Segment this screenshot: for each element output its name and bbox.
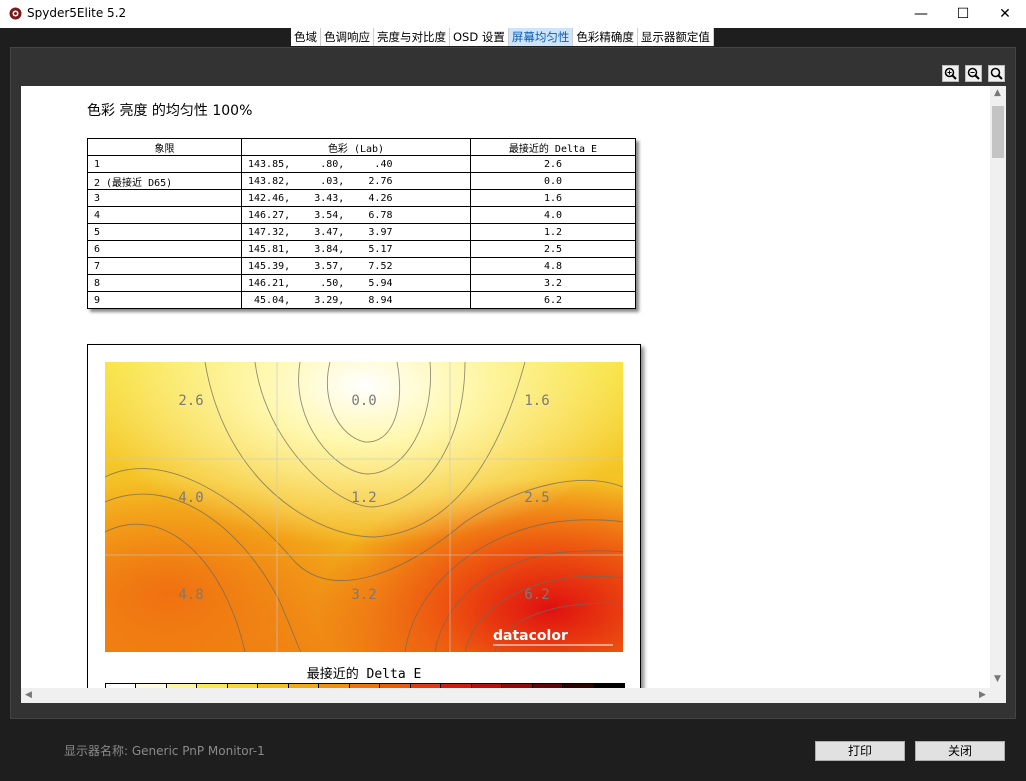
quadrant-1-value: 2.6 <box>178 393 203 409</box>
zoom-fit-icon <box>990 67 1003 80</box>
quadrant-8-value: 3.2 <box>351 587 376 603</box>
tab-bar: 色域 色调响应 亮度与对比度 OSD 设置 屏幕均匀性 色彩精确度 显示器额定值 <box>291 28 714 46</box>
quadrant-9-value: 6.2 <box>524 587 549 603</box>
horizontal-scrollbar[interactable]: ◀ ▶ <box>21 688 1006 703</box>
quadrant-cell: 2 (最接近 D65) <box>87 172 242 190</box>
delta-e-cell: 4.0 <box>470 206 636 224</box>
quadrant-cell: 8 <box>87 274 242 292</box>
zoom-in-icon <box>944 67 957 80</box>
lab-cell: 145.81, 3.84, 5.17 <box>241 240 471 258</box>
minimize-button[interactable]: — <box>898 0 944 28</box>
tab-tone-response[interactable]: 色调响应 <box>321 28 374 46</box>
tab-color-accuracy[interactable]: 色彩精确度 <box>573 28 638 46</box>
lab-cell: 146.21, .50, 5.94 <box>241 274 471 292</box>
delta-e-cell: 3.2 <box>470 274 636 292</box>
legend-title: 最接近的 Delta E <box>306 667 422 682</box>
quadrant-5-value: 1.2 <box>351 490 376 506</box>
table-header: 最接近的 Delta E <box>470 138 636 156</box>
quadrant-2-value: 0.0 <box>351 393 376 409</box>
scroll-right-icon[interactable]: ▶ <box>979 690 986 700</box>
vertical-scroll-thumb[interactable] <box>992 106 1004 158</box>
maximize-button[interactable]: ☐ <box>940 0 986 28</box>
table-row: 3 142.46, 3.43, 4.26 1.6 <box>87 189 636 207</box>
table-row: 2 (最接近 D65) 143.82, .03, 2.76 0.0 <box>87 172 636 190</box>
quadrant-4-value: 4.0 <box>178 490 203 506</box>
quadrant-cell: 5 <box>87 223 242 241</box>
lab-cell: 143.85, .80, .40 <box>241 155 471 173</box>
table-row: 6 145.81, 3.84, 5.17 2.5 <box>87 240 636 258</box>
report-title: 色彩 亮度 的均匀性 100% <box>87 103 253 119</box>
quadrant-7-value: 4.8 <box>178 587 203 603</box>
zoom-out-icon <box>967 67 980 80</box>
tab-display-rating[interactable]: 显示器额定值 <box>638 28 714 46</box>
delta-e-cell: 2.6 <box>470 155 636 173</box>
scroll-up-icon[interactable]: ▲ <box>994 88 1001 98</box>
tab-osd-settings[interactable]: OSD 设置 <box>450 28 509 46</box>
table-header: 色彩 (Lab) <box>241 138 471 156</box>
lab-cell: 145.39, 3.57, 7.52 <box>241 257 471 275</box>
lab-cell: 142.46, 3.43, 4.26 <box>241 189 471 207</box>
scroll-down-icon[interactable]: ▼ <box>994 674 1001 684</box>
quadrant-cell: 1 <box>87 155 242 173</box>
delta-e-cell: 4.8 <box>470 257 636 275</box>
quadrant-cell: 7 <box>87 257 242 275</box>
title-bar: Spyder5Elite 5.2 — ☐ ✕ <box>0 0 1026 28</box>
lab-cell: 143.82, .03, 2.76 <box>241 172 471 190</box>
quadrant-cell: 4 <box>87 206 242 224</box>
quadrant-6-value: 2.5 <box>524 490 549 506</box>
uniformity-table: 象限 色彩 (Lab) 最接近的 Delta E 1 143.85, .80, .… <box>87 138 636 309</box>
print-button[interactable]: 打印 <box>815 741 905 761</box>
spyder-app-icon <box>9 7 22 20</box>
table-row: 9 45.04, 3.29, 8.94 6.2 <box>87 291 636 309</box>
table-header-row: 象限 色彩 (Lab) 最接近的 Delta E <box>87 138 636 156</box>
lab-cell: 45.04, 3.29, 8.94 <box>241 291 471 309</box>
tab-gamut[interactable]: 色域 <box>291 28 321 46</box>
maximize-icon: ☐ <box>956 6 970 22</box>
delta-e-cell: 2.5 <box>470 240 636 258</box>
delta-e-cell: 1.6 <box>470 189 636 207</box>
minimize-icon: — <box>914 6 928 22</box>
scroll-left-icon[interactable]: ◀ <box>25 690 32 700</box>
lab-cell: 147.32, 3.47, 3.97 <box>241 223 471 241</box>
table-row: 5 147.32, 3.47, 3.97 1.2 <box>87 223 636 241</box>
delta-e-cell: 0.0 <box>470 172 636 190</box>
uniformity-heatmap: 2.6 0.0 1.6 4.0 1.2 2.5 4.8 3.2 6.2 data… <box>105 362 623 652</box>
close-window-button[interactable]: ✕ <box>982 0 1026 28</box>
monitor-name-label: 显示器名称: Generic PnP Monitor-1 <box>64 744 265 758</box>
delta-e-cell: 1.2 <box>470 223 636 241</box>
close-button[interactable]: 关闭 <box>915 741 1005 761</box>
datacolor-logo: datacolor <box>493 628 568 644</box>
window-title: Spyder5Elite 5.2 <box>27 6 127 20</box>
tab-screen-uniformity[interactable]: 屏幕均匀性 <box>508 28 574 46</box>
quadrant-cell: 6 <box>87 240 242 258</box>
table-header: 象限 <box>87 138 242 156</box>
quadrant-cell: 3 <box>87 189 242 207</box>
vertical-scrollbar[interactable]: ▲ ▼ <box>990 86 1006 688</box>
heatmap-graphic: 2.6 0.0 1.6 4.0 1.2 2.5 4.8 3.2 6.2 data… <box>105 362 623 652</box>
zoom-in-button[interactable] <box>942 65 959 82</box>
zoom-out-button[interactable] <box>965 65 982 82</box>
quadrant-cell: 9 <box>87 291 242 309</box>
uniformity-map-box: 2.6 0.0 1.6 4.0 1.2 2.5 4.8 3.2 6.2 data… <box>87 344 641 688</box>
table-row: 8 146.21, .50, 5.94 3.2 <box>87 274 636 292</box>
table-row: 4 146.27, 3.54, 6.78 4.0 <box>87 206 636 224</box>
delta-e-cell: 6.2 <box>470 291 636 309</box>
zoom-fit-button[interactable] <box>988 65 1005 82</box>
tab-brightness-contrast[interactable]: 亮度与对比度 <box>374 28 450 46</box>
close-icon: ✕ <box>999 6 1011 22</box>
table-row: 1 143.85, .80, .40 2.6 <box>87 155 636 173</box>
table-row: 7 145.39, 3.57, 7.52 4.8 <box>87 257 636 275</box>
quadrant-3-value: 1.6 <box>524 393 549 409</box>
report-page: 色彩 亮度 的均匀性 100% 象限 色彩 (Lab) 最接近的 Delta E… <box>21 86 990 688</box>
lab-cell: 146.27, 3.54, 6.78 <box>241 206 471 224</box>
